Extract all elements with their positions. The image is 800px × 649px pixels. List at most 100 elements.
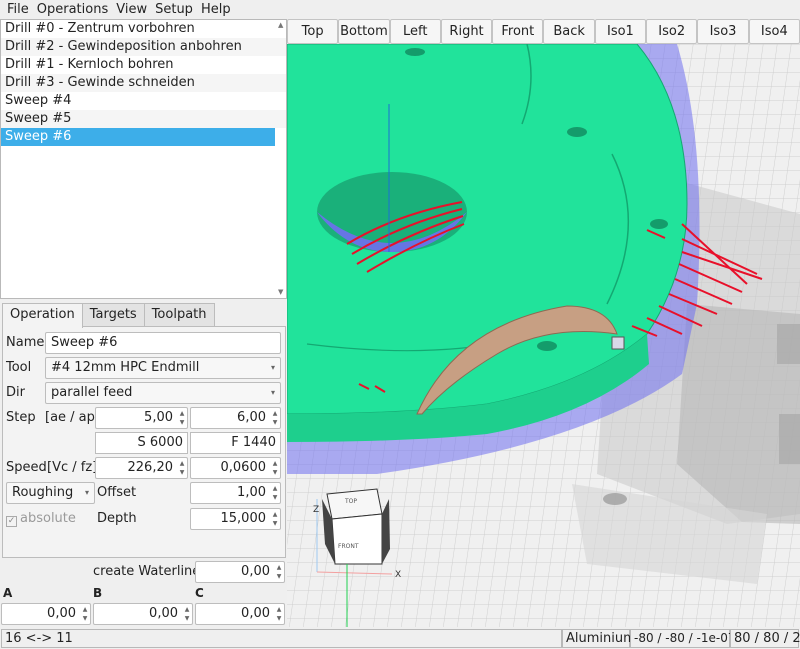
view-top-button[interactable]: Top <box>287 19 339 44</box>
spin-arrows-icon[interactable]: ▲ ▼ <box>183 605 191 623</box>
mode-select[interactable]: Roughing ▾ <box>6 482 95 504</box>
offset-input[interactable]: 1,00 ▲ ▼ <box>190 482 281 504</box>
axis-a-label: A <box>3 586 13 600</box>
view-front-button[interactable]: Front <box>492 19 544 44</box>
axis-c-value: 0,00 <box>241 606 270 621</box>
view-bottom-button[interactable]: Bottom <box>338 19 390 44</box>
spin-arrows-icon[interactable]: ▲ ▼ <box>81 605 89 623</box>
speed-fz-input[interactable]: 0,0600 ▲ ▼ <box>190 457 281 479</box>
menu-bar: File Operations View Setup Help <box>0 0 800 19</box>
chevron-down-icon: ▾ <box>270 388 275 397</box>
view-left-button[interactable]: Left <box>389 19 441 44</box>
operation-list[interactable]: Drill #0 - Zentrum vorbohren Drill #2 - … <box>0 19 287 299</box>
depth-value: 15,000 <box>220 511 267 526</box>
axis-c-input[interactable]: 0,00 ▲ ▼ <box>195 603 285 625</box>
scroll-up-icon[interactable]: ▲ <box>278 21 283 29</box>
operation-item[interactable]: Sweep #5 <box>1 110 286 128</box>
tool-position-marker <box>611 336 625 350</box>
viewcube-top-label: TOP <box>344 498 357 505</box>
operation-tabs: Operation Targets Toolpath <box>2 303 215 328</box>
view-toolbar: Top Bottom Left Right Front Back Iso1 Is… <box>287 19 800 44</box>
axis-z-label: Z <box>313 505 319 515</box>
viewcube-front-label: FRONT <box>338 543 359 550</box>
axis-a-value: 0,00 <box>47 606 76 621</box>
waterline-label: create Waterline <box>93 564 201 579</box>
operation-item-selected[interactable]: Sweep #6 <box>1 128 275 146</box>
operation-item[interactable]: Drill #3 - Gewinde schneiden <box>1 74 286 92</box>
chevron-down-icon: ▾ <box>84 488 89 497</box>
spin-arrows-icon[interactable]: ▲ ▼ <box>275 563 283 581</box>
status-bar: 16 <-> 11 Aluminium -80 / -80 / -1e-07 8… <box>0 627 800 649</box>
speed-fz-value: 0,0600 <box>220 460 267 475</box>
axis-b-label: B <box>93 586 103 600</box>
speed-unit-label: [Vc / fz] <box>47 460 98 475</box>
status-material: Aluminium <box>562 629 636 648</box>
offset-label: Offset <box>97 485 137 500</box>
mode-select-value: Roughing <box>12 485 74 500</box>
operation-item[interactable]: Drill #1 - Kernloch bohren <box>1 56 286 74</box>
absolute-checkbox[interactable]: ✓ absolute <box>6 508 76 530</box>
offset-value: 1,00 <box>237 485 266 500</box>
direction-select-value: parallel feed <box>51 385 133 400</box>
operation-item[interactable]: Sweep #4 <box>1 92 286 110</box>
speed-label: Speed <box>6 460 47 475</box>
spin-arrows-icon[interactable]: ▲ ▼ <box>271 459 279 477</box>
3d-viewport[interactable]: TOP FRONT Z X <box>287 44 800 627</box>
status-stock-min: -80 / -80 / -1e-07 <box>630 629 736 648</box>
spin-arrows-icon[interactable]: ▲ ▼ <box>178 459 186 477</box>
direction-select[interactable]: parallel feed ▾ <box>45 382 281 404</box>
tool-select[interactable]: #4 12mm HPC Endmill ▾ <box>45 357 281 379</box>
tab-operation[interactable]: Operation <box>2 303 83 328</box>
view-back-button[interactable]: Back <box>543 19 595 44</box>
spin-arrows-icon[interactable]: ▲ ▼ <box>271 510 279 528</box>
spin-arrows-icon[interactable]: ▲ ▼ <box>275 605 283 623</box>
operation-item[interactable]: Drill #0 - Zentrum vorbohren <box>1 20 286 38</box>
tool-select-value: #4 12mm HPC Endmill <box>51 360 200 375</box>
operation-item[interactable]: Drill #2 - Gewindeposition anbohren <box>1 38 286 56</box>
spin-arrows-icon[interactable]: ▲ ▼ <box>271 484 279 502</box>
step-label: Step <box>6 410 36 425</box>
step-unit-label: [ae / ap] <box>45 410 100 425</box>
status-position: 16 <-> 11 <box>1 629 562 648</box>
name-input[interactable]: Sweep #6 <box>45 332 281 354</box>
step-ap-input[interactable]: 6,00 ▲ ▼ <box>190 407 281 429</box>
axis-b-input[interactable]: 0,00 ▲ ▼ <box>93 603 193 625</box>
step-ap-value: 6,00 <box>237 410 266 425</box>
menu-help[interactable]: Help <box>197 0 235 19</box>
tab-targets[interactable]: Targets <box>81 303 145 327</box>
view-iso1-button[interactable]: Iso1 <box>594 19 647 44</box>
spin-arrows-icon[interactable]: ▲ ▼ <box>178 409 186 427</box>
spin-arrows-icon[interactable]: ▲ ▼ <box>271 409 279 427</box>
checkmark-icon: ✓ <box>6 516 17 527</box>
axis-a-input[interactable]: 0,00 ▲ ▼ <box>1 603 91 625</box>
view-iso2-button[interactable]: Iso2 <box>646 19 698 44</box>
step-ae-value: 5,00 <box>144 410 173 425</box>
view-right-button[interactable]: Right <box>440 19 493 44</box>
absolute-label: absolute <box>20 511 76 526</box>
spindle-speed-display: S 6000 <box>95 432 188 454</box>
tool-label: Tool <box>6 360 32 375</box>
depth-label: Depth <box>97 511 137 526</box>
speed-vc-input[interactable]: 226,20 ▲ ▼ <box>95 457 188 479</box>
name-label: Name <box>6 335 45 350</box>
menu-file[interactable]: File <box>0 0 33 19</box>
menu-view[interactable]: View <box>112 0 151 19</box>
bore-hole <box>317 172 467 252</box>
step-ae-input[interactable]: 5,00 ▲ ▼ <box>95 407 188 429</box>
operation-list-scrollbar[interactable]: ▲ ▼ <box>276 20 286 298</box>
feed-rate-display: F 1440 <box>190 432 281 454</box>
scroll-down-icon[interactable]: ▼ <box>278 288 283 296</box>
operation-panel: Name Sweep #6 Tool #4 12mm HPC Endmill ▾… <box>2 326 286 558</box>
axis-x-label: X <box>395 570 401 580</box>
menu-operations[interactable]: Operations <box>33 0 112 19</box>
waterline-input[interactable]: 0,00 ▲ ▼ <box>195 561 285 583</box>
axis-c-label: C <box>195 586 204 600</box>
tab-toolpath[interactable]: Toolpath <box>143 303 215 327</box>
menu-setup[interactable]: Setup <box>151 0 197 19</box>
waterline-value: 0,00 <box>241 564 270 579</box>
view-iso3-button[interactable]: Iso3 <box>697 19 749 44</box>
depth-input[interactable]: 15,000 ▲ ▼ <box>190 508 281 530</box>
scene-graphic[interactable]: TOP FRONT Z X <box>287 44 800 627</box>
view-iso4-button[interactable]: Iso4 <box>748 19 800 44</box>
chevron-down-icon: ▾ <box>270 363 275 372</box>
